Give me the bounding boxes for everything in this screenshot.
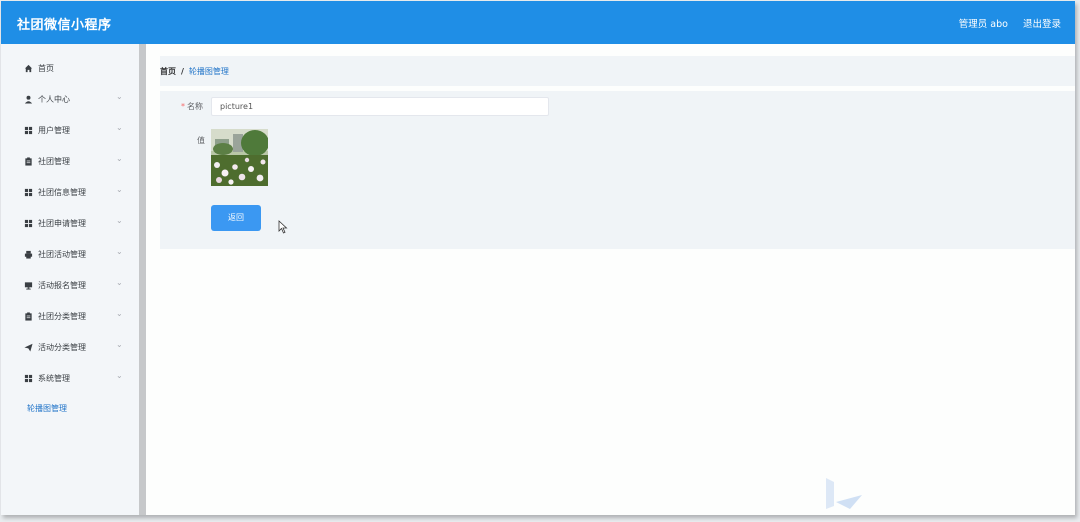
user-icon xyxy=(24,95,33,104)
sidebar-item-label: 社团申请管理 xyxy=(38,219,86,228)
breadcrumb-home-link[interactable]: 首页 xyxy=(160,67,176,76)
app-window: 社团微信小程序 管理员 abo 退出登录 首页 个人中心 ⌄ 用户管理 ⌄ 社团… xyxy=(1,1,1075,515)
carousel-image-thumbnail xyxy=(211,129,268,186)
sidebar-item-club-management[interactable]: 社团管理 ⌄ xyxy=(1,150,139,174)
sidebar-item-label: 首页 xyxy=(38,64,54,73)
sidebar-scrollbar[interactable] xyxy=(139,44,146,515)
sidebar-item-label: 社团活动管理 xyxy=(38,250,86,259)
chevron-down-icon: ⌄ xyxy=(116,340,123,349)
chevron-down-icon: ⌄ xyxy=(116,185,123,194)
send-icon xyxy=(24,343,33,352)
back-button[interactable]: 返回 xyxy=(211,205,261,231)
chevron-down-icon: ⌄ xyxy=(116,247,123,256)
sidebar-item-label: 用户管理 xyxy=(38,126,70,135)
sidebar-item-label: 活动报名管理 xyxy=(38,281,86,290)
chevron-down-icon: ⌄ xyxy=(116,278,123,287)
sidebar-item-system-management[interactable]: 系统管理 ⌄ xyxy=(1,367,139,391)
chevron-down-icon: ⌄ xyxy=(116,371,123,380)
detail-form: * 名称 picture1 值 返回 xyxy=(160,91,1075,249)
sidebar-item-activity-signup-management[interactable]: 活动报名管理 ⌄ xyxy=(1,274,139,298)
chevron-down-icon: ⌄ xyxy=(116,123,123,132)
sidebar-subitem-carousel-management[interactable]: 轮播图管理 xyxy=(27,403,67,414)
printer-icon xyxy=(24,250,33,259)
home-icon xyxy=(24,64,33,73)
logout-link[interactable]: 退出登录 xyxy=(1023,19,1061,30)
grid-icon xyxy=(24,126,33,135)
sidebar-item-personal-center[interactable]: 个人中心 ⌄ xyxy=(1,88,139,112)
value-field-label: 值 xyxy=(197,136,205,145)
clipboard-icon xyxy=(25,157,32,166)
breadcrumb-trail: 首页 / 轮播图管理 xyxy=(160,66,229,77)
sidebar-item-label: 社团分类管理 xyxy=(38,312,86,321)
grid-icon xyxy=(24,374,33,383)
admin-user-label[interactable]: 管理员 abo xyxy=(959,19,1008,30)
watermark-logo-icon xyxy=(826,478,862,509)
main-content: 首页 / 轮播图管理 * 名称 picture1 值 返回 xyxy=(146,44,1075,515)
sidebar-item-label: 社团管理 xyxy=(38,157,70,166)
breadcrumb-current: 轮播图管理 xyxy=(188,67,229,76)
sidebar-item-activity-category-management[interactable]: 活动分类管理 ⌄ xyxy=(1,336,139,360)
mouse-cursor-icon xyxy=(278,220,288,234)
sidebar-item-label: 社团信息管理 xyxy=(38,188,86,197)
monitor-icon xyxy=(24,282,33,290)
breadcrumb-separator: / xyxy=(181,67,184,76)
chevron-down-icon: ⌄ xyxy=(116,216,123,225)
sidebar-item-label: 活动分类管理 xyxy=(38,343,86,352)
top-header: 社团微信小程序 管理员 abo 退出登录 xyxy=(1,1,1075,44)
header-actions: 管理员 abo 退出登录 xyxy=(947,16,1061,30)
grid-icon xyxy=(24,219,33,228)
breadcrumb: 首页 / 轮播图管理 xyxy=(160,56,1075,86)
sidebar-item-user-management[interactable]: 用户管理 ⌄ xyxy=(1,119,139,143)
clipboard-icon xyxy=(25,312,32,321)
sidebar-item-label: 个人中心 xyxy=(38,95,70,104)
name-field-label: * 名称 xyxy=(181,102,203,111)
required-asterisk: * xyxy=(181,102,185,111)
sidebar-item-home[interactable]: 首页 xyxy=(1,57,139,81)
sidebar-item-club-category-management[interactable]: 社团分类管理 ⌄ xyxy=(1,305,139,329)
sidebar-item-club-info-management[interactable]: 社团信息管理 ⌄ xyxy=(1,181,139,205)
sidebar-item-club-activity-management[interactable]: 社团活动管理 ⌄ xyxy=(1,243,139,267)
sidebar-menu: 首页 个人中心 ⌄ 用户管理 ⌄ 社团管理 ⌄ 社团信息管理 ⌄ 社团申请管理 … xyxy=(1,44,139,515)
name-input[interactable]: picture1 xyxy=(211,97,549,116)
chevron-down-icon: ⌄ xyxy=(116,154,123,163)
sidebar-item-club-application-management[interactable]: 社团申请管理 ⌄ xyxy=(1,212,139,236)
grid-icon xyxy=(24,188,33,197)
sidebar-item-label: 系统管理 xyxy=(38,374,70,383)
chevron-down-icon: ⌄ xyxy=(116,92,123,101)
chevron-down-icon: ⌄ xyxy=(116,309,123,318)
app-title: 社团微信小程序 xyxy=(17,18,112,33)
